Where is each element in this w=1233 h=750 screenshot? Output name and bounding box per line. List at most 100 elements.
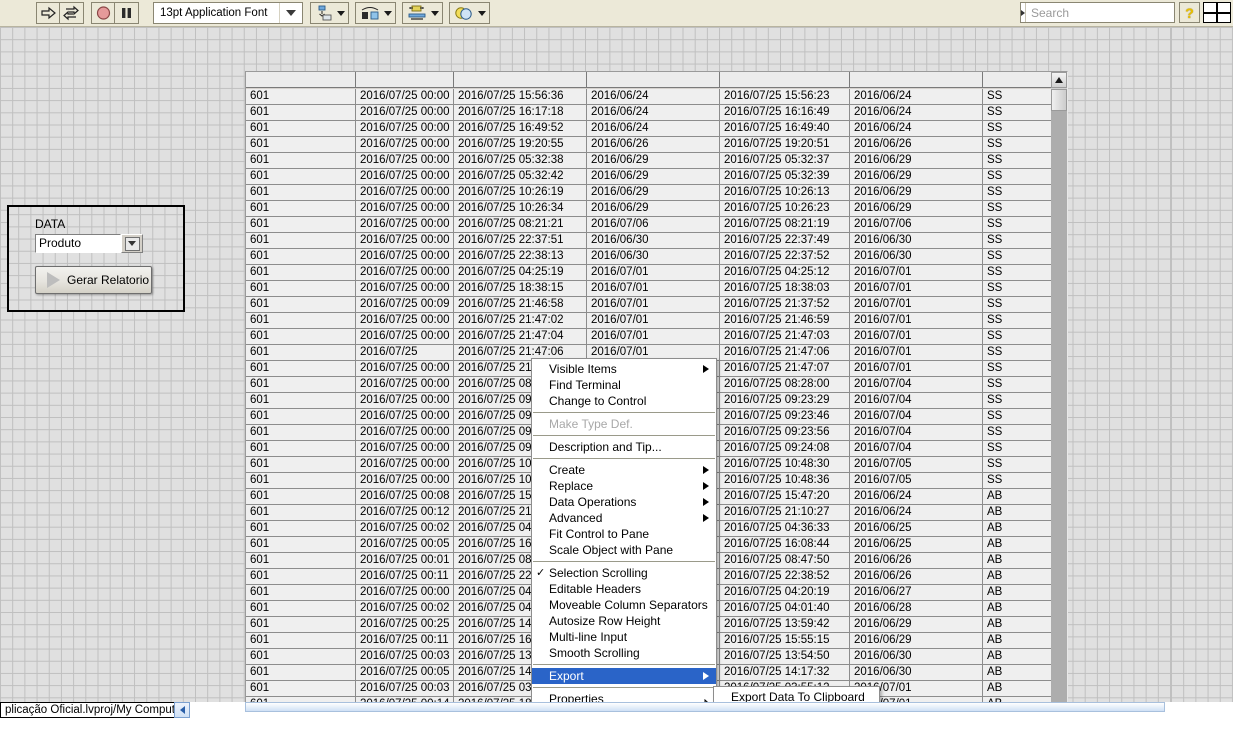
table-cell[interactable]: 2016/06/29 [850, 617, 983, 632]
table-cell[interactable]: 2016/06/26 [850, 569, 983, 584]
table-cell[interactable]: 601 [246, 153, 356, 168]
table-cell[interactable]: 2016/07/25 13:59:42 [720, 617, 850, 632]
table-cell[interactable]: 2016/07/25 08:47:50 [720, 553, 850, 568]
table-cell[interactable]: SS [983, 233, 1053, 248]
font-selector-arrow[interactable] [279, 3, 302, 23]
table-cell[interactable]: SS [983, 425, 1053, 440]
menu-item[interactable]: Change to Control [532, 393, 716, 409]
menu-item[interactable]: Description and Tip... [532, 439, 716, 455]
menu-item[interactable]: Smooth Scrolling [532, 645, 716, 661]
table-cell[interactable]: SS [983, 377, 1053, 392]
table-cell[interactable]: 601 [246, 505, 356, 520]
table-cell[interactable]: 2016/07/25 21:46:59 [720, 313, 850, 328]
produto-combobox-arrow[interactable] [121, 234, 143, 253]
table-cell[interactable]: 601 [246, 121, 356, 136]
table-cell[interactable]: 2016/07/25 [356, 345, 454, 360]
table-cell[interactable]: 601 [246, 329, 356, 344]
menu-item[interactable]: Multi-line Input [532, 629, 716, 645]
table-cell[interactable]: 601 [246, 585, 356, 600]
table-cell[interactable]: 2016/07/25 04:25:12 [720, 265, 850, 280]
table-cell[interactable]: AB [983, 681, 1053, 696]
table-cell[interactable]: SS [983, 441, 1053, 456]
table-row[interactable]: 6012016/07/25 00:002016/07/25 15:56:3620… [246, 89, 1053, 105]
table-row[interactable]: 6012016/07/25 00:092016/07/25 21:46:5820… [246, 297, 1053, 313]
table-cell[interactable]: 2016/07/25 21:47:07 [720, 361, 850, 376]
table-cell[interactable]: 2016/07/25 00:00 [356, 329, 454, 344]
resize-objects-button[interactable] [402, 2, 443, 24]
table-cell[interactable]: 2016/07/01 [850, 329, 983, 344]
table-cell[interactable]: 2016/07/25 00:00 [356, 441, 454, 456]
table-cell[interactable]: 2016/07/25 00:02 [356, 601, 454, 616]
table-cell[interactable]: SS [983, 473, 1053, 488]
table-cell[interactable]: 2016/07/06 [850, 217, 983, 232]
table-cell[interactable]: 2016/07/01 [850, 345, 983, 360]
table-cell[interactable]: 2016/07/25 00:00 [356, 377, 454, 392]
table-cell[interactable]: 2016/06/30 [850, 665, 983, 680]
table-row[interactable]: 6012016/07/25 00:002016/07/25 22:37:5120… [246, 233, 1053, 249]
align-objects-button[interactable] [310, 2, 349, 24]
table-row[interactable]: 6012016/07/25 00:002016/07/25 18:38:1520… [246, 281, 1053, 297]
table-cell[interactable]: 2016/06/26 [587, 137, 720, 152]
table-cell[interactable]: 601 [246, 473, 356, 488]
table-cell[interactable]: 2016/07/25 04:20:19 [720, 585, 850, 600]
table-cell[interactable]: 2016/07/01 [587, 329, 720, 344]
table-cell[interactable]: 2016/07/25 15:55:15 [720, 633, 850, 648]
table-cell[interactable]: AB [983, 553, 1053, 568]
scroll-up-button[interactable] [1051, 72, 1067, 88]
table-cell[interactable]: 2016/06/24 [587, 89, 720, 104]
table-cell[interactable]: 2016/07/25 10:26:13 [720, 185, 850, 200]
table-cell[interactable]: 2016/06/25 [850, 537, 983, 552]
table-cell[interactable]: 601 [246, 425, 356, 440]
table-cell[interactable]: AB [983, 489, 1053, 504]
table-cell[interactable]: 2016/07/25 21:47:04 [454, 329, 587, 344]
table-cell[interactable]: SS [983, 457, 1053, 472]
table-row[interactable]: 6012016/07/25 00:002016/07/25 21:47:0420… [246, 329, 1053, 345]
table-cell[interactable]: 2016/07/25 04:01:40 [720, 601, 850, 616]
table-cell[interactable]: SS [983, 345, 1053, 360]
table-cell[interactable]: 2016/07/25 00:11 [356, 569, 454, 584]
menu-item[interactable]: Create [532, 462, 716, 478]
table-cell[interactable]: 2016/07/25 00:00 [356, 457, 454, 472]
table-cell[interactable]: 2016/06/24 [850, 105, 983, 120]
table-cell[interactable]: 2016/07/25 09:23:29 [720, 393, 850, 408]
table-cell[interactable]: 601 [246, 537, 356, 552]
table-cell[interactable]: AB [983, 505, 1053, 520]
table-cell[interactable]: 2016/07/25 10:48:30 [720, 457, 850, 472]
table-row[interactable]: 6012016/07/25 00:002016/07/25 19:20:5520… [246, 137, 1053, 153]
table-cell[interactable]: 2016/07/04 [850, 441, 983, 456]
table-cell[interactable]: 2016/07/25 00:02 [356, 521, 454, 536]
table-cell[interactable]: 601 [246, 553, 356, 568]
table-cell[interactable]: 601 [246, 233, 356, 248]
table-cell[interactable]: 2016/07/25 09:23:56 [720, 425, 850, 440]
table-row[interactable]: 6012016/07/25 00:002016/07/25 21:47:0220… [246, 313, 1053, 329]
table-cell[interactable]: 2016/07/25 22:37:51 [454, 233, 587, 248]
table-row[interactable]: 6012016/07/25 00:002016/07/25 22:38:1320… [246, 249, 1053, 265]
table-cell[interactable]: 2016/06/24 [587, 105, 720, 120]
abort-button[interactable] [91, 2, 115, 24]
table-cell[interactable]: 2016/07/25 00:03 [356, 649, 454, 664]
table-cell[interactable]: 601 [246, 457, 356, 472]
table-cell[interactable]: AB [983, 649, 1053, 664]
table-cell[interactable]: 2016/07/25 00:25 [356, 617, 454, 632]
table-row[interactable]: 6012016/07/25 00:002016/07/25 16:17:1820… [246, 105, 1053, 121]
table-cell[interactable]: 601 [246, 569, 356, 584]
table-cell[interactable]: 2016/07/25 00:00 [356, 169, 454, 184]
table-cell[interactable]: 2016/06/30 [850, 249, 983, 264]
table-cell[interactable]: AB [983, 585, 1053, 600]
table-cell[interactable]: 601 [246, 361, 356, 376]
table-cell[interactable]: 601 [246, 601, 356, 616]
table-cell[interactable]: 2016/07/25 21:46:58 [454, 297, 587, 312]
table-cell[interactable]: 2016/07/04 [850, 425, 983, 440]
table-row[interactable]: 6012016/07/25 00:002016/07/25 16:49:5220… [246, 121, 1053, 137]
table-cell[interactable]: 2016/06/29 [850, 153, 983, 168]
menu-item[interactable]: Data Operations [532, 494, 716, 510]
menu-item[interactable]: Advanced [532, 510, 716, 526]
run-button[interactable] [36, 2, 60, 24]
search-input[interactable] [1026, 5, 1188, 21]
table-row[interactable]: 6012016/07/25 00:002016/07/25 05:32:3820… [246, 153, 1053, 169]
table-cell[interactable]: 2016/06/30 [587, 233, 720, 248]
table-cell[interactable]: 2016/06/24 [850, 505, 983, 520]
table-cell[interactable]: 601 [246, 649, 356, 664]
table-cell[interactable]: 2016/07/25 00:00 [356, 393, 454, 408]
table-cell[interactable]: 2016/07/25 19:20:51 [720, 137, 850, 152]
